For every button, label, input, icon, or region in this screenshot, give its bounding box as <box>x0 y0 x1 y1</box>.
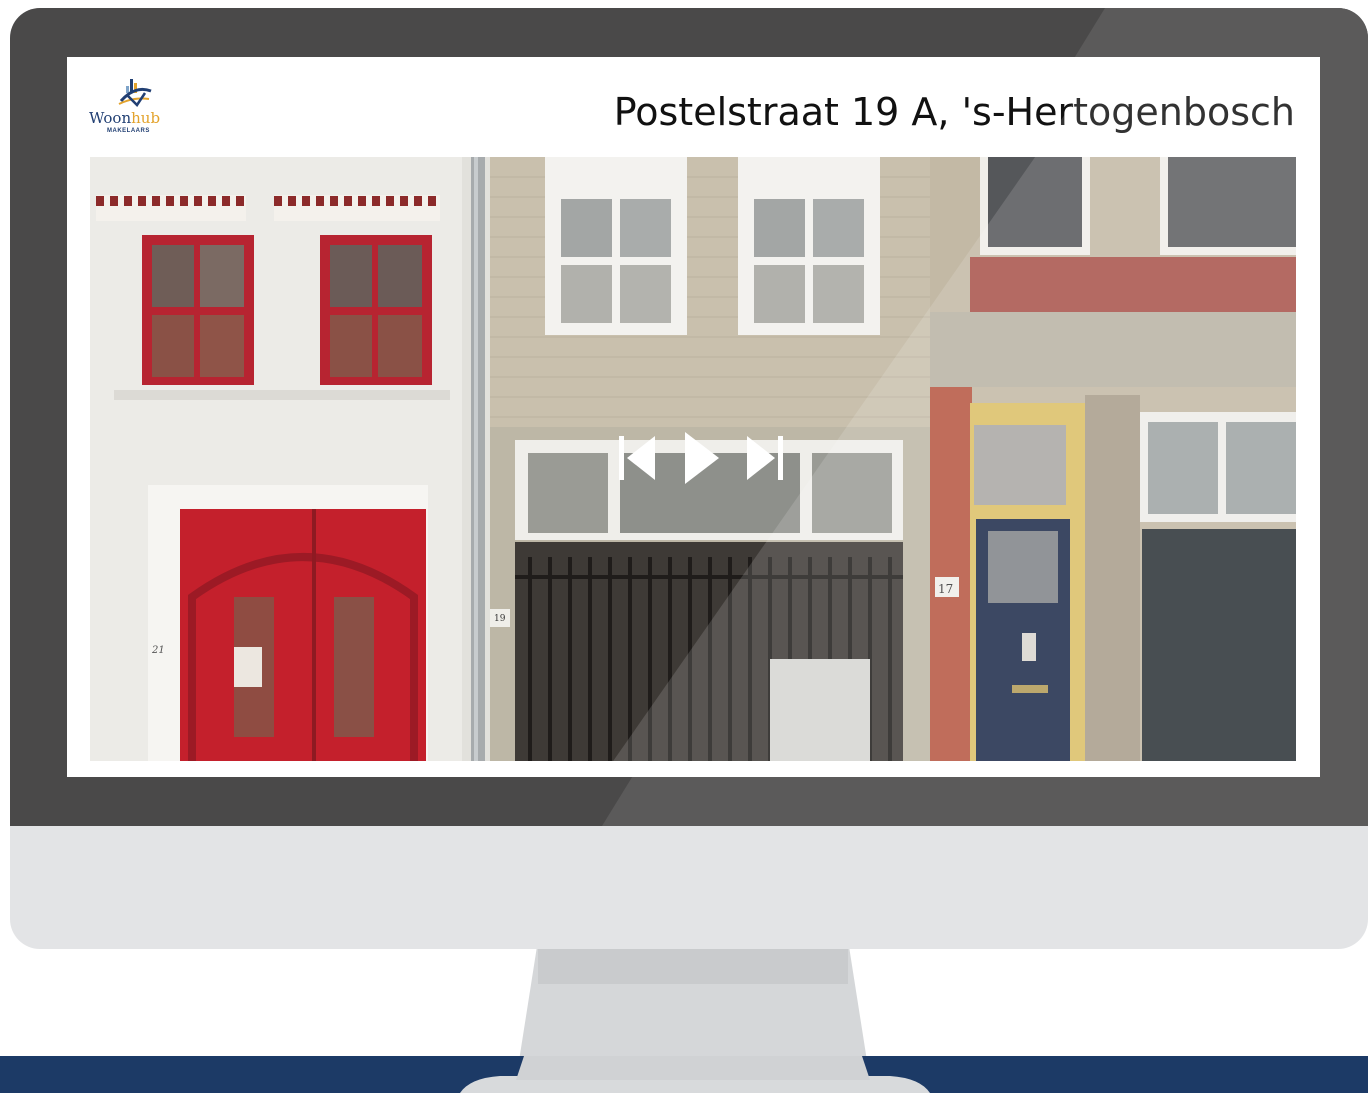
skip-back-button[interactable] <box>617 432 657 484</box>
slideshow-controls <box>617 432 787 484</box>
listing-address: Postelstraat 19 A, 's-Hertogenbosch <box>613 90 1295 134</box>
promo-stage: Woonhub MAKELAARS Postelstraat 19 A, 's-… <box>0 0 1368 1093</box>
house-number-21: 21 <box>151 645 165 656</box>
play-button[interactable] <box>685 432 719 484</box>
house-number-17: 17 <box>938 582 953 596</box>
monitor-bezel: Woonhub MAKELAARS Postelstraat 19 A, 's-… <box>10 8 1368 826</box>
monitor: Woonhub MAKELAARS Postelstraat 19 A, 's-… <box>10 8 1368 949</box>
skip-forward-button[interactable] <box>745 432 785 484</box>
monitor-screen: Woonhub MAKELAARS Postelstraat 19 A, 's-… <box>67 57 1320 777</box>
brand-subtitle: MAKELAARS <box>107 128 150 134</box>
skip-back-icon <box>619 436 655 480</box>
house-logo-icon <box>118 79 152 107</box>
brand-logo[interactable]: Woonhub MAKELAARS <box>89 77 173 147</box>
brand-name-part1: Woon <box>89 109 132 127</box>
brand-wordmark: Woonhub <box>89 109 173 127</box>
skip-forward-icon <box>747 436 783 480</box>
play-icon <box>685 432 719 484</box>
house-number-19: 19 <box>494 614 506 624</box>
brand-name-part2: hub <box>131 109 161 127</box>
